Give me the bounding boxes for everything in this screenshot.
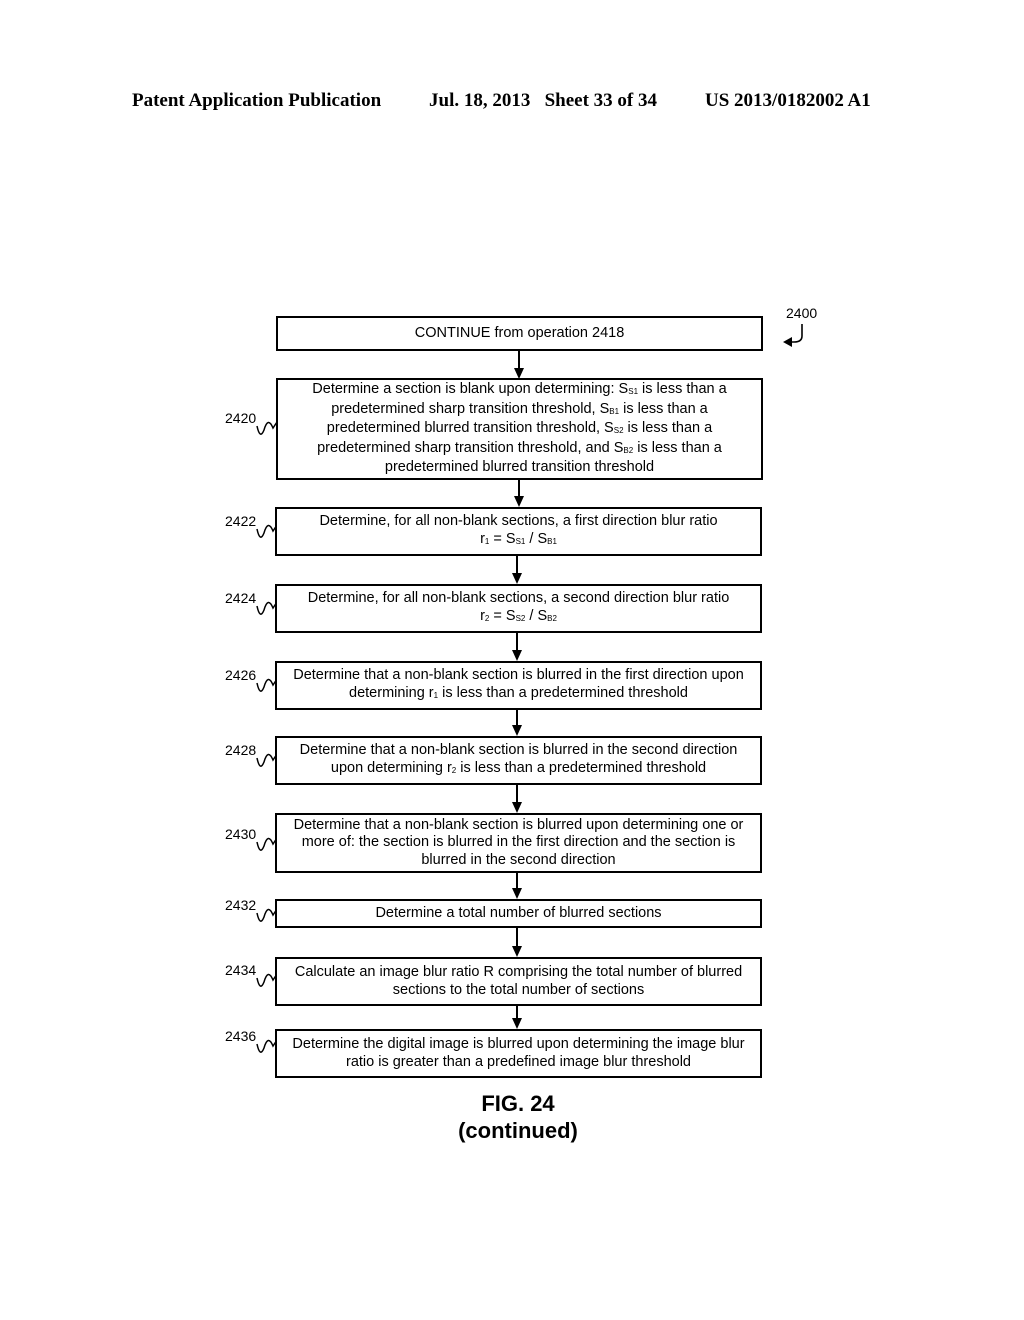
step-ref-2422: 2422 <box>225 513 257 529</box>
flow-step-2436: Determine the digital image is blurred u… <box>275 1029 762 1078</box>
step-text: Determine the digital image is blurred u… <box>292 1036 745 1070</box>
figure-title: FIG. 24 <box>481 1091 555 1116</box>
step-ref-2432: 2432 <box>225 897 257 913</box>
flow-step-2422: Determine, for all non-blank sections, a… <box>275 507 762 556</box>
step-ref-2428: 2428 <box>225 742 257 758</box>
step-ref-2424: 2424 <box>225 590 257 606</box>
step-text: CONTINUE from operation 2418 <box>414 324 625 341</box>
step-text: Calculate an image blur ratio R comprisi… <box>294 964 743 998</box>
step-text: Determine a section is blank upon determ… <box>312 381 727 476</box>
flow-step-continue: CONTINUE from operation 2418 <box>276 316 763 351</box>
flow-step-2424: Determine, for all non-blank sections, a… <box>275 584 762 633</box>
step-text: Determine, for all non-blank sections, a… <box>307 590 730 624</box>
step-text: Determine that a non-blank section is bl… <box>299 742 738 776</box>
figure-caption: FIG. 24 (continued) <box>400 1090 636 1144</box>
step-ref-2436: 2436 <box>225 1028 257 1044</box>
step-text: Determine that a non-blank section is bl… <box>293 816 744 868</box>
step-text: Determine a total number of blurred sect… <box>375 904 662 921</box>
flow-step-2426: Determine that a non-blank section is bl… <box>275 661 762 710</box>
flow-step-2430: Determine that a non-blank section is bl… <box>275 813 762 873</box>
flow-step-2420: Determine a section is blank upon determ… <box>276 378 763 480</box>
step-ref-2430: 2430 <box>225 826 257 842</box>
flow-step-2428: Determine that a non-blank section is bl… <box>275 736 762 785</box>
step-ref-2426: 2426 <box>225 667 257 683</box>
flow-step-2434: Calculate an image blur ratio R comprisi… <box>275 957 762 1006</box>
flow-step-2432: Determine a total number of blurred sect… <box>275 899 762 928</box>
step-ref-2420: 2420 <box>225 410 257 426</box>
step-text: Determine that a non-blank section is bl… <box>293 667 744 701</box>
figure-subtitle: (continued) <box>458 1118 578 1143</box>
step-text: Determine, for all non-blank sections, a… <box>319 513 718 547</box>
step-ref-2434: 2434 <box>225 962 257 978</box>
